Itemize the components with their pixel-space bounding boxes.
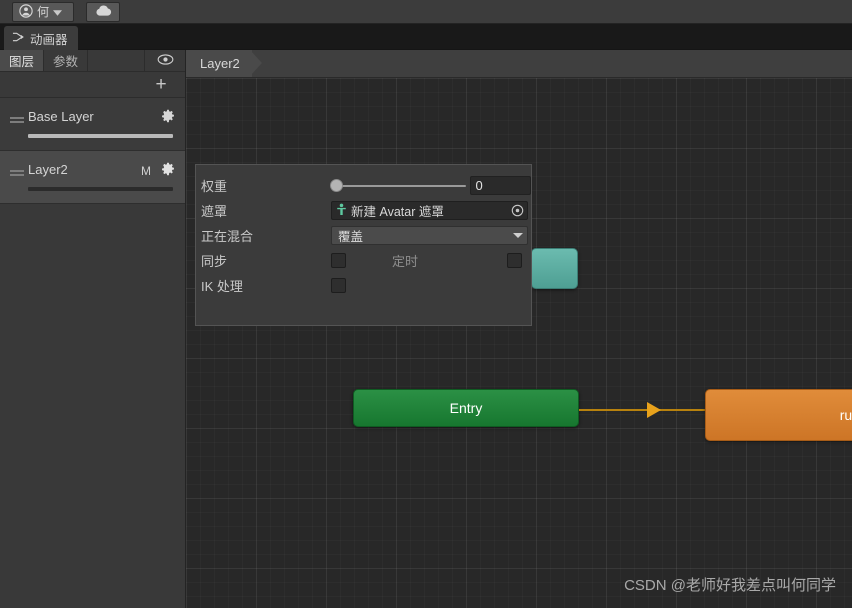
blending-dropdown[interactable]: 覆盖	[331, 226, 528, 245]
mask-object-field[interactable]: 新建 Avatar 遮罩	[331, 201, 528, 220]
breadcrumb-item-layer2[interactable]: Layer2	[186, 50, 252, 77]
chevron-down-icon	[53, 5, 63, 19]
weight-value-field[interactable]: 0	[469, 176, 531, 195]
layer-weight-bar	[28, 134, 173, 138]
layer-settings-gear-icon[interactable]	[161, 109, 175, 126]
blending-label: 正在混合	[201, 229, 254, 244]
transition-arrow-icon[interactable]	[647, 402, 661, 418]
tab-animator[interactable]: 动画器	[4, 26, 78, 50]
weight-label: 权重	[201, 179, 228, 194]
tab-parameters[interactable]: 参数	[44, 50, 89, 71]
animator-node-icon	[12, 31, 25, 46]
tab-parameters-label: 参数	[53, 55, 79, 69]
watermark-text: CSDN @老师好我差点叫何同学	[624, 577, 836, 594]
tab-animator-label: 动画器	[30, 32, 68, 47]
state-node-run[interactable]: run	[705, 389, 852, 441]
state-node-any-state[interactable]	[531, 248, 578, 289]
mask-row: 遮罩 新建 Avatar 遮罩	[196, 198, 531, 223]
weight-row: 权重 0	[196, 173, 531, 198]
account-name: 何	[37, 5, 50, 19]
layer-mask-flag: M	[141, 164, 151, 178]
layer-name: Base Layer	[28, 109, 94, 124]
layer-name: Layer2	[28, 162, 68, 177]
layer-visibility-toggle[interactable]	[145, 50, 185, 71]
drag-handle-icon[interactable]	[10, 117, 24, 119]
timing-checkbox[interactable]	[507, 253, 522, 268]
titlebar: 何	[0, 0, 852, 24]
drag-handle-icon[interactable]	[10, 170, 24, 172]
add-layer-button[interactable]: +	[151, 75, 171, 95]
eye-icon	[157, 53, 174, 68]
weight-slider[interactable]	[329, 178, 466, 194]
account-button[interactable]: 何	[12, 2, 74, 22]
blending-row: 正在混合 覆盖	[196, 223, 531, 248]
mask-label: 遮罩	[201, 204, 228, 219]
layer-weight-bar	[28, 187, 173, 191]
layer-row-base-layer[interactable]: Base Layer	[0, 98, 185, 151]
unity-animator-window: 何 动画器 图层 参数 + Base Layer Layer2 M Layer2…	[0, 0, 852, 608]
cloud-icon	[95, 5, 112, 19]
chevron-down-icon	[513, 233, 523, 238]
slider-track	[335, 184, 466, 187]
cloud-button[interactable]	[86, 2, 120, 22]
tab-layers-label: 图层	[9, 55, 35, 69]
ik-label: IK 处理	[201, 279, 243, 294]
transition-entry-to-run[interactable]	[579, 409, 705, 411]
sync-checkbox[interactable]	[331, 253, 346, 268]
layers-panel-tabs: 图层 参数	[0, 50, 185, 72]
state-node-label: Entry	[449, 400, 483, 416]
layer-settings-gear-icon[interactable]	[161, 162, 175, 179]
object-picker-icon[interactable]	[510, 203, 525, 218]
sync-row: 同步 定时	[196, 248, 531, 273]
breadcrumb-label: Layer2	[200, 56, 240, 71]
state-node-entry[interactable]: Entry	[353, 389, 579, 427]
state-node-label: run	[839, 407, 852, 423]
sync-label: 同步	[201, 254, 228, 269]
tab-layers[interactable]: 图层	[0, 50, 45, 71]
layers-add-bar: +	[0, 72, 185, 98]
tabs-spacer	[88, 50, 145, 71]
breadcrumb-chevron-icon	[250, 50, 262, 76]
avatar-mask-icon	[335, 203, 348, 219]
breadcrumb: Layer2	[186, 50, 852, 78]
timing-label: 定时	[392, 254, 419, 269]
layer-settings-popup: 权重 0 遮罩 新建 Avatar 遮罩 正在混合 覆盖 同步 定时 IK 处理	[195, 164, 532, 326]
ik-row: IK 处理	[196, 273, 531, 298]
ik-checkbox[interactable]	[331, 278, 346, 293]
blending-value: 覆盖	[338, 230, 364, 244]
mask-value: 新建 Avatar 遮罩	[351, 205, 444, 219]
layers-panel: 图层 参数 + Base Layer Layer2 M	[0, 50, 186, 608]
slider-knob[interactable]	[329, 178, 343, 192]
account-avatar-icon	[19, 3, 33, 21]
window-tabstrip: 动画器	[0, 24, 852, 50]
animator-graph-canvas[interactable]: Entry run CSDN @老师好我差点叫何同学	[186, 78, 852, 608]
layer-row-layer2[interactable]: Layer2 M	[0, 151, 185, 204]
